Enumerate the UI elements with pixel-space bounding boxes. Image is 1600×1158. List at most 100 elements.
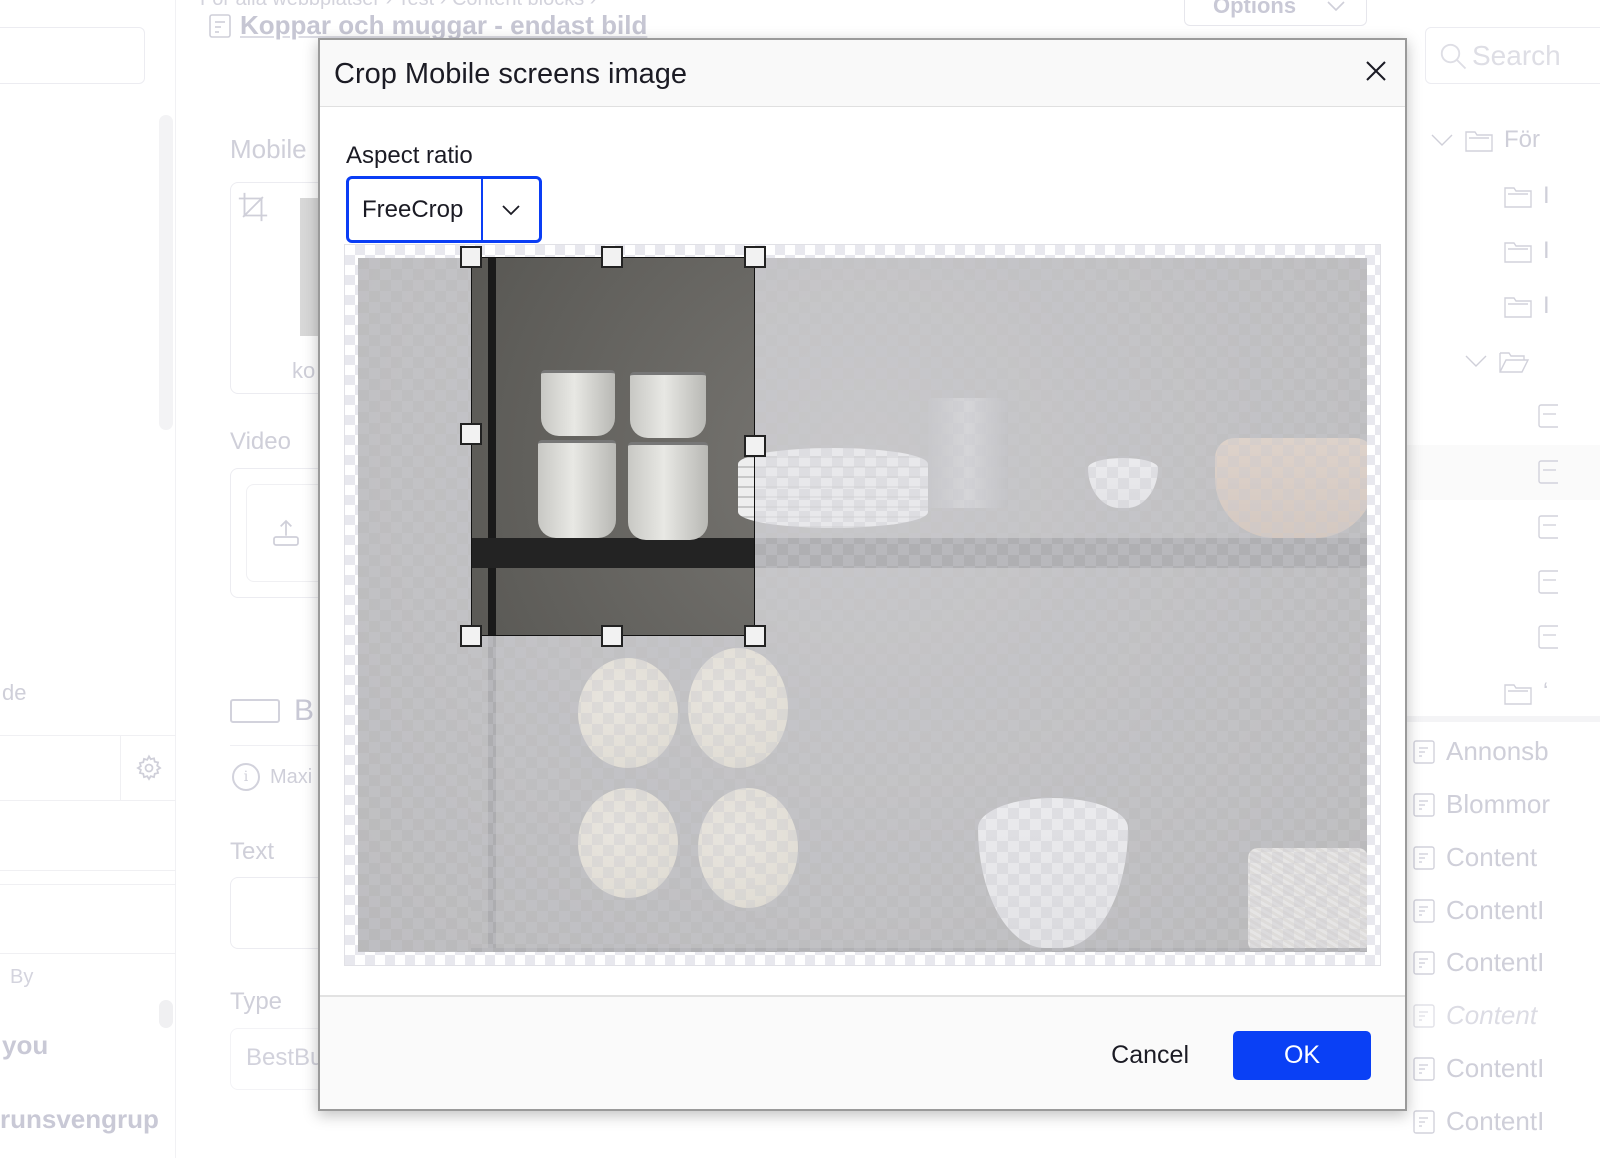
crop-icon[interactable] (236, 190, 270, 224)
cancel-button[interactable]: Cancel (1111, 1041, 1189, 1070)
document-icon (1413, 792, 1435, 817)
aspect-ratio-select[interactable]: FreeCrop (346, 176, 542, 243)
document-icon (1538, 460, 1558, 484)
settings-button[interactable] (120, 735, 176, 801)
info-icon: i (232, 763, 260, 791)
tree-folder[interactable]: ʻ (1503, 679, 1548, 707)
aspect-ratio-value: FreeCrop (349, 179, 483, 240)
crop-mask-left (358, 258, 471, 952)
crop-mask-right (755, 258, 1367, 952)
content-list-item[interactable]: ContentI (1412, 947, 1544, 978)
tree-folder-open[interactable] (1464, 348, 1540, 374)
tree-document[interactable] (1538, 514, 1558, 540)
document-icon (1538, 625, 1558, 649)
document-icon (209, 13, 231, 38)
document-icon (1413, 845, 1435, 870)
tree-folder-label: ʻ (1543, 679, 1549, 706)
content-list-item[interactable]: Content (1412, 842, 1537, 873)
ok-button[interactable]: OK (1233, 1031, 1371, 1080)
document-icon (1413, 1003, 1435, 1028)
search-input[interactable]: Search (1425, 27, 1600, 84)
document-icon (1413, 1056, 1435, 1081)
type-value: BestBu (246, 1044, 324, 1071)
crop-handle-top-left[interactable] (460, 246, 482, 268)
by-column-header[interactable]: By (10, 966, 33, 989)
content-list-item-label: ContentI (1446, 1053, 1545, 1083)
content-list-item-label: Blommor (1446, 789, 1551, 819)
chevron-down-icon[interactable] (1430, 133, 1454, 147)
crop-selection[interactable] (460, 246, 766, 647)
left-scrollbar-lower[interactable] (159, 1000, 173, 1028)
divider (230, 745, 320, 746)
folder-icon (1504, 684, 1532, 705)
left-input-field[interactable] (0, 27, 145, 84)
document-icon (1413, 950, 1435, 975)
mobile-image-thumbnail (300, 198, 320, 336)
tree-folder[interactable]: I (1503, 182, 1550, 210)
mobile-label: Mobile (230, 134, 307, 164)
close-button[interactable] (1361, 56, 1391, 86)
close-icon (1366, 61, 1386, 81)
content-list-item[interactable]: Blommor (1412, 789, 1550, 820)
aspect-ratio-dropdown-toggle[interactable] (483, 179, 539, 240)
crop-handle-top[interactable] (601, 246, 623, 268)
dialog-title: Crop Mobile screens image (334, 58, 687, 90)
tree-folder[interactable]: I (1503, 292, 1550, 320)
left-scrollbar[interactable] (159, 115, 173, 430)
type-label: Type (230, 988, 283, 1015)
folder-icon (1504, 242, 1532, 263)
max-info: i Maxi (232, 763, 312, 791)
document-icon (1538, 515, 1558, 539)
tree-document[interactable] (1538, 569, 1558, 595)
document-icon (1413, 739, 1435, 764)
image-caption: ko (292, 358, 316, 383)
content-list-item[interactable]: Content (1412, 1000, 1537, 1031)
document-icon (1538, 404, 1558, 428)
content-list-item-label: ContentI (1446, 895, 1545, 925)
b-section-header: B (230, 694, 314, 728)
tree-document[interactable] (1538, 624, 1558, 650)
content-list-item[interactable]: ContentI (1412, 895, 1544, 926)
folder-icon (1504, 297, 1532, 318)
content-list-item-label: ContentI (1446, 1106, 1545, 1136)
upload-icon (273, 519, 299, 546)
document-icon (1538, 570, 1558, 594)
tree-folder-label: I (1543, 182, 1550, 209)
tree-document[interactable] (1538, 403, 1558, 429)
options-button[interactable]: Options (1184, 0, 1367, 26)
upload-button[interactable] (246, 484, 326, 582)
gear-icon (135, 754, 162, 781)
crop-handle-left[interactable] (460, 423, 482, 445)
document-icon (1413, 1109, 1435, 1134)
text-label: Text (230, 838, 275, 865)
b-section-label: B (294, 694, 315, 727)
content-list-item[interactable]: ContentI (1412, 1053, 1544, 1084)
left-partial-text: de (2, 680, 27, 705)
crop-handle-top-right[interactable] (744, 246, 766, 268)
content-list-item[interactable]: Annonsb (1412, 736, 1549, 767)
crop-handle-bottom-right[interactable] (744, 625, 766, 647)
crop-dialog: Crop Mobile screens image Aspect ratio F… (318, 38, 1407, 1111)
chevron-down-icon[interactable] (1464, 354, 1488, 368)
aspect-ratio-label: Aspect ratio (346, 142, 473, 169)
tree-selected-row (1406, 445, 1600, 500)
content-list-item[interactable]: ContentI (1412, 1106, 1544, 1137)
crop-handle-bottom[interactable] (601, 625, 623, 647)
search-icon (1440, 43, 1467, 69)
text-input[interactable] (230, 877, 330, 949)
left-divider (0, 884, 176, 885)
folder-icon (1504, 187, 1532, 208)
crop-mask-bottom (471, 636, 755, 952)
crop-handle-right[interactable] (744, 435, 766, 457)
options-label: Options (1213, 0, 1297, 18)
crop-handle-bottom-left[interactable] (460, 625, 482, 647)
crop-canvas[interactable] (344, 244, 1381, 966)
tree-separator (1406, 716, 1600, 722)
content-list-item-label: Annonsb (1446, 736, 1549, 766)
dialog-header: Crop Mobile screens image (320, 40, 1405, 107)
tree-document[interactable] (1538, 459, 1558, 485)
user-you: you (2, 1030, 49, 1060)
content-list-item-label: Content (1446, 842, 1538, 872)
tree-folder[interactable]: I (1503, 237, 1550, 265)
tree-folder[interactable]: För (1430, 126, 1540, 154)
